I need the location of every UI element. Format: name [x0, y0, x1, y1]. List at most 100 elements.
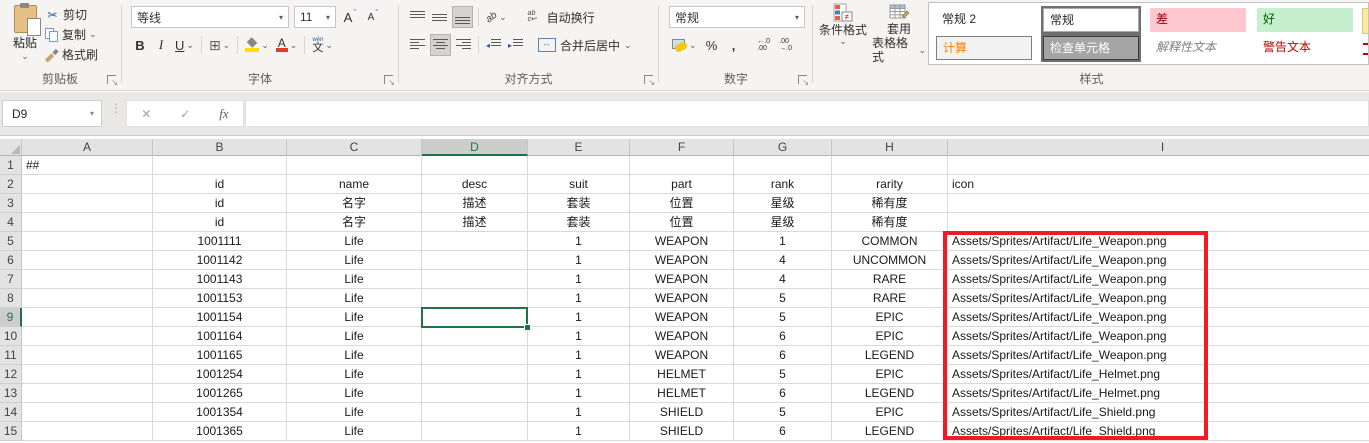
cell-H6[interactable]: UNCOMMON	[832, 251, 948, 270]
font-name-select[interactable]: 等线▾	[131, 6, 289, 28]
cell-E15[interactable]: 1	[528, 422, 630, 441]
cell-style-swatch[interactable]: 解释性文本	[1150, 36, 1246, 60]
cell-E4[interactable]: 套装	[528, 213, 630, 232]
cell-B14[interactable]: 1001354	[153, 403, 287, 422]
cell-A7[interactable]	[22, 270, 153, 289]
cell-D3[interactable]: 描述	[422, 194, 528, 213]
cell-G3[interactable]: 星级	[734, 194, 832, 213]
cell-I9[interactable]: Assets/Sprites/Artifact/Life_Weapon.png	[948, 308, 1369, 327]
cell-H7[interactable]: RARE	[832, 270, 948, 289]
cell-A12[interactable]	[22, 365, 153, 384]
cell-C11[interactable]: Life	[287, 346, 422, 365]
cell-E5[interactable]: 1	[528, 232, 630, 251]
align-bottom-button[interactable]	[452, 6, 473, 28]
cell-B6[interactable]: 1001142	[153, 251, 287, 270]
cell-G13[interactable]: 6	[734, 384, 832, 403]
row-header-5[interactable]: 5	[0, 232, 22, 251]
cell-F10[interactable]: WEAPON	[630, 327, 734, 346]
row-header-14[interactable]: 14	[0, 403, 22, 422]
bold-button[interactable]: B	[131, 34, 149, 56]
cell-F1[interactable]	[630, 156, 734, 175]
align-top-button[interactable]	[408, 6, 427, 28]
cell-D11[interactable]	[422, 346, 528, 365]
cell-G8[interactable]: 5	[734, 289, 832, 308]
column-header-C[interactable]: C	[287, 139, 422, 156]
cell-I10[interactable]: Assets/Sprites/Artifact/Life_Weapon.png	[948, 327, 1369, 346]
cell-E6[interactable]: 1	[528, 251, 630, 270]
cell-D14[interactable]	[422, 403, 528, 422]
cell-H15[interactable]: LEGEND	[832, 422, 948, 441]
cell-F12[interactable]: HELMET	[630, 365, 734, 384]
cell-style-swatch[interactable]: 好	[1257, 8, 1353, 32]
column-header-H[interactable]: H	[832, 139, 948, 156]
cell-F8[interactable]: WEAPON	[630, 289, 734, 308]
cell-A9[interactable]	[22, 308, 153, 327]
cell-style-swatch[interactable]: 警告文本	[1257, 36, 1353, 60]
cell-A14[interactable]	[22, 403, 153, 422]
align-left-button[interactable]	[408, 34, 427, 56]
cell-A10[interactable]	[22, 327, 153, 346]
orientation-button[interactable]: ab⌄	[484, 6, 509, 28]
cell-A4[interactable]	[22, 213, 153, 232]
cell-C3[interactable]: 名字	[287, 194, 422, 213]
cell-I6[interactable]: Assets/Sprites/Artifact/Life_Weapon.png	[948, 251, 1369, 270]
cell-F15[interactable]: SHIELD	[630, 422, 734, 441]
accounting-format-button[interactable]: ⌄	[669, 34, 699, 56]
cell-E1[interactable]	[528, 156, 630, 175]
cell-F14[interactable]: SHIELD	[630, 403, 734, 422]
comma-style-button[interactable]: ,	[725, 34, 743, 56]
cell-C4[interactable]: 名字	[287, 213, 422, 232]
decrease-indent-button[interactable]: ◂	[484, 34, 503, 56]
cell-G14[interactable]: 5	[734, 403, 832, 422]
formula-bar-resize-handle[interactable]: ⋮	[110, 105, 118, 111]
copy-button[interactable]: 复制 ⌄	[45, 25, 97, 44]
format-as-table-button[interactable]: 套用 表格格式⌄	[872, 3, 926, 69]
cell-B4[interactable]: id	[153, 213, 287, 232]
cell-F3[interactable]: 位置	[630, 194, 734, 213]
cell-G7[interactable]: 4	[734, 270, 832, 289]
cell-I7[interactable]: Assets/Sprites/Artifact/Life_Weapon.png	[948, 270, 1369, 289]
cell-I2[interactable]: icon	[948, 175, 1369, 194]
cancel-button[interactable]: ✕	[141, 107, 151, 121]
row-header-4[interactable]: 4	[0, 213, 22, 232]
align-right-button[interactable]	[454, 34, 473, 56]
cell-G1[interactable]	[734, 156, 832, 175]
column-header-E[interactable]: E	[528, 139, 630, 156]
cell-G10[interactable]: 6	[734, 327, 832, 346]
cell-G12[interactable]: 5	[734, 365, 832, 384]
cell-E7[interactable]: 1	[528, 270, 630, 289]
cell-B12[interactable]: 1001254	[153, 365, 287, 384]
borders-button[interactable]: ⊞⌄	[207, 34, 232, 56]
row-header-3[interactable]: 3	[0, 194, 22, 213]
column-header-G[interactable]: G	[734, 139, 832, 156]
cell-C5[interactable]: Life	[287, 232, 422, 251]
cell-F4[interactable]: 位置	[630, 213, 734, 232]
row-header-2[interactable]: 2	[0, 175, 22, 194]
row-header-11[interactable]: 11	[0, 346, 22, 365]
cell-D4[interactable]: 描述	[422, 213, 528, 232]
cell-B11[interactable]: 1001165	[153, 346, 287, 365]
cell-G2[interactable]: rank	[734, 175, 832, 194]
align-center-button[interactable]	[430, 34, 451, 56]
row-header-13[interactable]: 13	[0, 384, 22, 403]
cell-C8[interactable]: Life	[287, 289, 422, 308]
cell-I1[interactable]	[948, 156, 1369, 175]
cell-A8[interactable]	[22, 289, 153, 308]
cell-I13[interactable]: Assets/Sprites/Artifact/Life_Helmet.png	[948, 384, 1369, 403]
cell-B5[interactable]: 1001111	[153, 232, 287, 251]
cell-E12[interactable]: 1	[528, 365, 630, 384]
number-format-select[interactable]: 常规▾	[669, 6, 805, 28]
cell-C2[interactable]: name	[287, 175, 422, 194]
cell-A11[interactable]	[22, 346, 153, 365]
cell-B2[interactable]: id	[153, 175, 287, 194]
font-size-select[interactable]: 11▾	[294, 6, 336, 28]
cell-A6[interactable]	[22, 251, 153, 270]
cell-G15[interactable]: 6	[734, 422, 832, 441]
cell-C14[interactable]: Life	[287, 403, 422, 422]
select-all-corner[interactable]	[0, 139, 22, 156]
cell-B13[interactable]: 1001265	[153, 384, 287, 403]
increase-indent-button[interactable]: ▸	[506, 34, 525, 56]
cell-style-swatch[interactable]: 计算	[936, 36, 1032, 60]
cell-D10[interactable]	[422, 327, 528, 346]
merge-center-button[interactable]: 合并后居中 ⌄	[538, 34, 632, 56]
